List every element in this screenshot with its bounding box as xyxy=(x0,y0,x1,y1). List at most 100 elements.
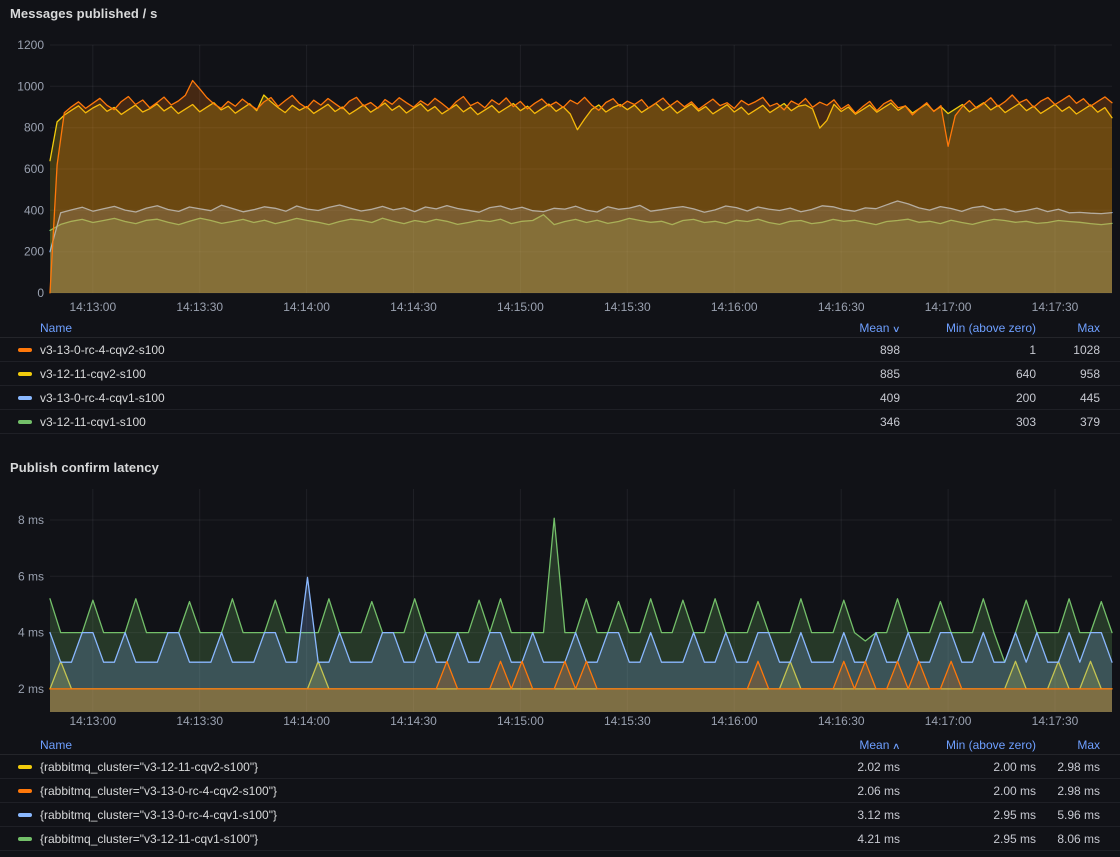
panel-title-messages-published[interactable]: Messages published / s xyxy=(10,0,1120,22)
series-name[interactable]: v3-12-11-cqv1-s100 xyxy=(40,415,780,429)
series-color-swatch xyxy=(18,837,32,841)
series-name[interactable]: {rabbitmq_cluster="v3-13-0-rc-4-cqv2-s10… xyxy=(40,784,780,798)
x-axis-tick-label: 14:15:30 xyxy=(604,714,651,728)
x-axis-tick-label: 14:14:30 xyxy=(390,714,437,728)
sort-descending-icon: ∨ xyxy=(892,324,901,335)
series-name[interactable]: v3-12-11-cqv2-s100 xyxy=(40,367,780,381)
x-axis-tick-label: 14:14:00 xyxy=(283,714,330,728)
legend-header-name[interactable]: Name xyxy=(40,738,780,752)
legend-header-min[interactable]: Min (above zero) xyxy=(900,738,1036,752)
x-axis-tick-label: 14:13:30 xyxy=(176,300,223,314)
series-mean-value: 4.21 ms xyxy=(780,832,900,846)
series-min-value: 640 xyxy=(900,367,1036,381)
x-axis-tick-label: 14:16:30 xyxy=(818,714,865,728)
legend-header-min[interactable]: Min (above zero) xyxy=(900,321,1036,335)
series-min-value: 2.00 ms xyxy=(900,760,1036,774)
series-max-value: 958 xyxy=(1036,367,1100,381)
series-color-swatch xyxy=(18,765,32,769)
y-axis-tick-label: 6 ms xyxy=(18,569,44,583)
panel-title-publish-confirm-latency[interactable]: Publish confirm latency xyxy=(10,434,1120,476)
series-mean-value: 885 xyxy=(780,367,900,381)
x-axis-tick-label: 14:16:00 xyxy=(711,300,758,314)
series-color-swatch xyxy=(18,348,32,352)
legend-table-publish-confirm-latency: Name Mean∧ Min (above zero) Max {rabbitm… xyxy=(0,735,1120,851)
series-color-swatch xyxy=(18,372,32,376)
series-color-swatch xyxy=(18,420,32,424)
series-name[interactable]: v3-13-0-rc-4-cqv1-s100 xyxy=(40,391,780,405)
series-color-swatch xyxy=(18,396,32,400)
x-axis-tick-label: 14:16:00 xyxy=(711,714,758,728)
y-axis-tick-label: 0 xyxy=(37,286,44,300)
series-color-swatch xyxy=(18,813,32,817)
series-min-value: 2.95 ms xyxy=(900,832,1036,846)
series-mean-value: 3.12 ms xyxy=(780,808,900,822)
series-max-value: 5.96 ms xyxy=(1036,808,1100,822)
y-axis-tick-label: 1000 xyxy=(17,79,44,93)
series-max-value: 2.98 ms xyxy=(1036,760,1100,774)
series-mean-value: 898 xyxy=(780,343,900,357)
x-axis-tick-label: 14:13:00 xyxy=(69,300,116,314)
x-axis-tick-label: 14:15:00 xyxy=(497,714,544,728)
y-axis-tick-label: 2 ms xyxy=(18,682,44,696)
series-max-value: 445 xyxy=(1036,391,1100,405)
timeseries-chart-messages-published[interactable]: 0 200 400 600 800 1000 1200 14:13:00 14:13:30 14:… xyxy=(0,34,1120,318)
x-axis-tick-label: 14:13:00 xyxy=(69,714,116,728)
panel-publish-confirm-latency: Publish confirm latency 2 ms4 ms6 ms8 ms… xyxy=(0,434,1120,851)
legend-row: v3-13-0-rc-4-cqv2-s10089811028 xyxy=(0,338,1120,362)
legend-header-max[interactable]: Max xyxy=(1036,738,1100,752)
legend-row: {rabbitmq_cluster="v3-13-0-rc-4-cqv2-s10… xyxy=(0,779,1120,803)
legend-table-messages-published: Name Mean∨ Min (above zero) Max v3-13-0-… xyxy=(0,318,1120,434)
series-name[interactable]: {rabbitmq_cluster="v3-12-11-cqv2-s100"} xyxy=(40,760,780,774)
series-max-value: 379 xyxy=(1036,415,1100,429)
series-min-value: 200 xyxy=(900,391,1036,405)
legend-rows: {rabbitmq_cluster="v3-12-11-cqv2-s100"}2… xyxy=(0,755,1120,851)
series-mean-value: 346 xyxy=(780,415,900,429)
legend-row: {rabbitmq_cluster="v3-12-11-cqv2-s100"}2… xyxy=(0,755,1120,779)
legend-row: v3-12-11-cqv2-s100885640958 xyxy=(0,362,1120,386)
series-name[interactable]: {rabbitmq_cluster="v3-13-0-rc-4-cqv1-s10… xyxy=(40,808,780,822)
series-mean-value: 2.02 ms xyxy=(780,760,900,774)
series-max-value: 8.06 ms xyxy=(1036,832,1100,846)
y-axis-tick-label: 400 xyxy=(24,203,44,217)
series-name[interactable]: {rabbitmq_cluster="v3-12-11-cqv1-s100"} xyxy=(40,832,780,846)
legend-header-mean-label: Mean xyxy=(859,321,889,335)
series-mean-value: 409 xyxy=(780,391,900,405)
legend-header-name[interactable]: Name xyxy=(40,321,780,335)
sort-ascending-icon: ∧ xyxy=(892,741,901,752)
legend-row: {rabbitmq_cluster="v3-13-0-rc-4-cqv1-s10… xyxy=(0,803,1120,827)
y-axis-tick-label: 4 ms xyxy=(18,626,44,640)
x-axis-tick-label: 14:15:00 xyxy=(497,300,544,314)
y-axis-tick-label: 200 xyxy=(24,245,44,259)
x-axis-tick-label: 14:13:30 xyxy=(176,714,223,728)
legend-header: Name Mean∧ Min (above zero) Max xyxy=(0,735,1120,755)
series-min-value: 2.00 ms xyxy=(900,784,1036,798)
series-name[interactable]: v3-13-0-rc-4-cqv2-s100 xyxy=(40,343,780,357)
series-min-value: 303 xyxy=(900,415,1036,429)
legend-rows: v3-13-0-rc-4-cqv2-s10089811028v3-12-11-c… xyxy=(0,338,1120,434)
legend-row: {rabbitmq_cluster="v3-12-11-cqv1-s100"}4… xyxy=(0,827,1120,851)
dashboard: Messages published / s 0 200 400 600 800 1000… xyxy=(0,0,1120,851)
x-axis-tick-label: 14:17:00 xyxy=(925,714,972,728)
x-axis-tick-label: 14:16:30 xyxy=(818,300,865,314)
x-axis-tick-label: 14:14:30 xyxy=(390,300,437,314)
x-axis-tick-label: 14:17:30 xyxy=(1032,300,1079,314)
legend-header-mean[interactable]: Mean∧ xyxy=(780,738,900,752)
series-mean-value: 2.06 ms xyxy=(780,784,900,798)
panel-messages-published: Messages published / s 0 200 400 600 800 1000… xyxy=(0,0,1120,434)
timeseries-chart-publish-confirm-latency[interactable]: 2 ms4 ms6 ms8 ms14:13:0014:13:3014:14:00… xyxy=(0,479,1120,732)
legend-row: v3-13-0-rc-4-cqv1-s100409200445 xyxy=(0,386,1120,410)
x-axis-tick-label: 14:15:30 xyxy=(604,300,651,314)
series-max-value: 2.98 ms xyxy=(1036,784,1100,798)
legend-header-mean[interactable]: Mean∨ xyxy=(780,321,900,335)
y-axis-tick-label: 800 xyxy=(24,121,44,135)
series-min-value: 2.95 ms xyxy=(900,808,1036,822)
x-axis-tick-label: 14:17:30 xyxy=(1032,714,1079,728)
series-max-value: 1028 xyxy=(1036,343,1100,357)
legend-header-mean-label: Mean xyxy=(859,738,889,752)
x-axis-tick-label: 14:14:00 xyxy=(283,300,330,314)
series-min-value: 1 xyxy=(900,343,1036,357)
legend-header-max[interactable]: Max xyxy=(1036,321,1100,335)
y-axis-tick-label: 600 xyxy=(24,162,44,176)
y-axis-tick-label: 1200 xyxy=(17,38,44,52)
legend-row: v3-12-11-cqv1-s100346303379 xyxy=(0,410,1120,434)
